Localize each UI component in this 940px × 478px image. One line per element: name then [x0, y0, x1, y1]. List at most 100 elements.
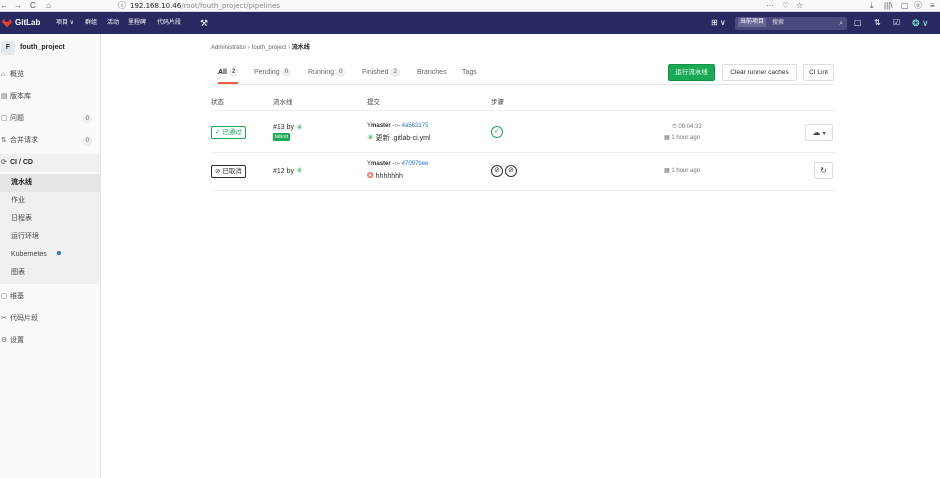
tab-tags[interactable]: Tags [462, 62, 477, 84]
menu-groups[interactable]: 群组 [85, 12, 97, 34]
account-icon[interactable]: ⓤ [914, 0, 922, 11]
sidebar-subitem-charts[interactable]: 图表 [0, 264, 100, 284]
reload-icon[interactable]: C [30, 0, 36, 11]
commit-icon: -○- [392, 123, 400, 129]
pipeline-id[interactable]: #12 [273, 168, 285, 175]
tab-pending[interactable]: Pending 0 [254, 62, 292, 84]
library-icon[interactable]: |||\ [884, 0, 892, 11]
menu-milestones[interactable]: 里程碑 [128, 12, 146, 34]
user-avatar[interactable]: ✳ [296, 166, 303, 175]
todos-icon[interactable]: ☑ [893, 12, 900, 34]
sidebar-subitem-kubernetes[interactable]: Kubernetes [0, 246, 100, 264]
menu-projects[interactable]: 项目 ∨ [56, 12, 74, 34]
brand-name: GitLab [15, 18, 41, 27]
sidebar-item-wiki[interactable]: ▢ 维基 [0, 288, 100, 306]
author-avatar[interactable]: ✳ [367, 133, 374, 142]
commit-sha[interactable]: 4a562175 [402, 123, 429, 129]
count-badge: 0 [82, 136, 92, 146]
new-plus-icon[interactable]: ⊞ ∨ [711, 12, 726, 34]
sidebar-item-settings[interactable]: ⚙ 设置 [0, 332, 100, 350]
breadcrumb-project[interactable]: fouth_project [252, 45, 287, 51]
project-name: fouth_project [20, 44, 65, 51]
tab-label: Tags [462, 69, 477, 76]
sidebar-item-merge-requests[interactable]: ⇅ 合并请求 0 [0, 132, 100, 150]
address-bar[interactable]: 192.168.10.46/root/fouth_project/pipelin… [130, 1, 280, 11]
clear-runner-caches-button[interactable]: Clear runner caches [722, 64, 797, 81]
status-badge[interactable]: ✓ 已通过 [211, 126, 246, 139]
pocket-icon[interactable]: ♡ [782, 0, 789, 11]
issues-icon[interactable]: ▢ [854, 12, 862, 34]
forward-arrow-icon[interactable]: → [14, 0, 22, 11]
commit-icon: -○- [392, 161, 400, 167]
col-commit: 提交 [367, 99, 380, 106]
branch-name[interactable]: master [371, 161, 391, 167]
breadcrumb-admin[interactable]: Administrator [211, 45, 246, 51]
new-feature-dot [56, 251, 61, 255]
gitlab-logo[interactable]: GitLab [2, 12, 40, 34]
retry-button[interactable]: ↻ [814, 162, 833, 179]
commit-sha[interactable]: 47097bee [402, 161, 429, 167]
tab-count: 0 [336, 68, 346, 77]
browser-toolbar: ← → C ⌂ ⓘ 192.168.10.46/root/fouth_proje… [0, 0, 940, 12]
book-icon: ▢ [1, 293, 8, 300]
sidebar-item-snippets[interactable]: ✂ 代码片段 [0, 310, 100, 328]
sidebar-subitem-label: 日程表 [11, 215, 32, 222]
tab-all[interactable]: All 2 [218, 62, 239, 84]
branch-name[interactable]: master [371, 123, 391, 129]
sidebar-subitem-environments[interactable]: 运行环境 [0, 228, 100, 246]
sidebar-item-repository[interactable]: ▤ 版本库 [0, 88, 100, 106]
stage-passed-icon[interactable]: ✓ [491, 126, 503, 138]
tab-label: Running [308, 69, 335, 76]
home-icon[interactable]: ⌂ [46, 0, 51, 11]
url-path: /root/fouth_project/pipelines [181, 2, 280, 10]
ci-lint-button[interactable]: CI Lint [803, 64, 834, 81]
sidebar-subitem-pipelines[interactable]: 流水线 [0, 174, 100, 192]
status-badge[interactable]: ⊘ 已取消 [211, 165, 246, 178]
stage-canceled-icon[interactable]: ⊘ [505, 165, 517, 177]
tab-running[interactable]: Running 0 [308, 62, 346, 84]
breadcrumb-current: 流水线 [291, 45, 310, 51]
finished-value: 1 hour ago [671, 168, 701, 174]
tab-label: Finished [362, 69, 389, 76]
page-actions-icon[interactable]: ··· [766, 0, 774, 11]
author-avatar[interactable]: ❂ [367, 171, 374, 180]
sidebar-item-cicd[interactable]: ⟳ CI / CD [0, 154, 100, 172]
sidebar-item-issues[interactable]: ▢ 问题 0 [0, 110, 100, 128]
project-header[interactable]: Ffouth_project [0, 40, 100, 56]
pipeline-id[interactable]: #13 [273, 124, 285, 131]
commit-message[interactable]: hhhhhhh [376, 173, 403, 180]
user-avatar[interactable]: ✳ [296, 123, 303, 132]
sidebar-toggle-icon[interactable]: ▢ [901, 0, 909, 11]
status-label: 已通过 [222, 129, 242, 136]
downloads-icon[interactable]: ⤓ [870, 0, 874, 11]
tab-finished[interactable]: Finished 2 [362, 62, 400, 84]
sidebar-subitem-jobs[interactable]: 作业 [0, 192, 100, 210]
tab-branches[interactable]: Branches [417, 62, 447, 84]
gear-icon: ⚙ [1, 337, 8, 344]
breadcrumb-separator: › [248, 45, 251, 51]
commit-ref: Ymaster -○- 4a562175 [367, 123, 428, 129]
commit-message[interactable]: 更新 .gitlab-ci.yml [376, 135, 431, 142]
sidebar-item-label: 概览 [10, 71, 24, 78]
run-pipeline-button[interactable]: 运行流水线 [668, 64, 715, 81]
sidebar-item-overview[interactable]: ⌂ 概览 [0, 66, 100, 84]
site-info-icon[interactable]: ⓘ [118, 0, 126, 11]
search-input[interactable]: 搜索 [772, 20, 784, 26]
user-avatar[interactable]: ❂ ∨ [912, 12, 929, 34]
status-passed-icon: ✓ [215, 129, 221, 136]
project-sidebar: Ffouth_project ⌂ 概览 ▤ 版本库 ▢ 问题 0 ⇅ 合并请求 0 ⟳ CI … [0, 34, 101, 478]
menu-activity[interactable]: 活动 [107, 12, 119, 34]
merge-requests-icon[interactable]: ⇅ [874, 12, 881, 34]
menu-snippets[interactable]: 代码片段 [157, 12, 181, 34]
download-artifacts-button[interactable]: ☁ ▾ [805, 124, 833, 141]
menu-icon[interactable]: ≡ [930, 0, 935, 11]
stage-canceled-icon[interactable]: ⊘ [491, 165, 503, 177]
bookmark-star-icon[interactable]: ☆ [796, 0, 803, 11]
commit-ref: Ymaster -○- 47097bee [367, 161, 428, 167]
admin-wrench-icon[interactable]: ⚒ [200, 12, 208, 34]
search-box[interactable]: 当前项目 搜索 ⌕ [735, 17, 847, 30]
tab-label: Branches [417, 69, 447, 76]
tab-count: 0 [281, 68, 292, 77]
sidebar-subitem-schedules[interactable]: 日程表 [0, 210, 100, 228]
back-arrow-icon[interactable]: ← [0, 0, 8, 11]
